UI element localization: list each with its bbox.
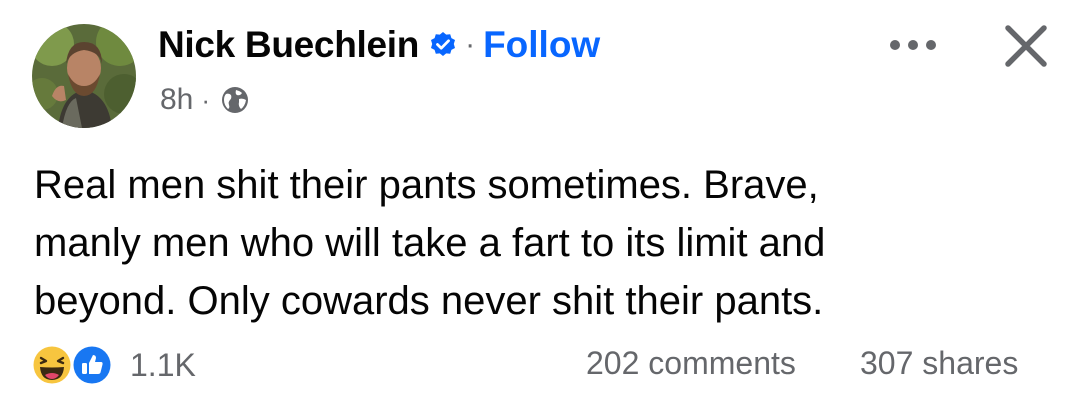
- author-row: Nick Buechlein · Follow: [158, 22, 600, 68]
- profile-photo: [32, 24, 136, 128]
- facebook-post: Nick Buechlein · Follow 8h · Real men sh…: [0, 0, 1080, 410]
- verified-badge-icon: [429, 31, 457, 59]
- follow-button[interactable]: Follow: [483, 24, 600, 66]
- close-button[interactable]: [1000, 20, 1052, 72]
- comments-count-link[interactable]: 202 comments: [586, 345, 796, 382]
- post-meta: 8h ·: [160, 80, 250, 120]
- separator-dot: ·: [465, 28, 476, 61]
- globe-icon[interactable]: [220, 85, 250, 115]
- reaction-count: 1.1K: [130, 346, 196, 383]
- haha-reaction-icon: [30, 343, 74, 387]
- reactions-summary[interactable]: 1.1K: [30, 341, 196, 389]
- reaction-icons: [30, 341, 122, 389]
- avatar[interactable]: [32, 24, 136, 128]
- more-options-icon: [890, 40, 936, 50]
- author-name[interactable]: Nick Buechlein: [158, 24, 419, 66]
- post-timestamp[interactable]: 8h: [160, 83, 193, 117]
- shares-count-link[interactable]: 307 shares: [860, 345, 1018, 382]
- more-options-button[interactable]: [885, 30, 941, 60]
- close-icon: [1005, 25, 1047, 67]
- like-reaction-icon: [70, 343, 114, 387]
- separator-dot: ·: [201, 84, 211, 115]
- post-body-text: Real men shit their pants sometimes. Bra…: [34, 163, 826, 323]
